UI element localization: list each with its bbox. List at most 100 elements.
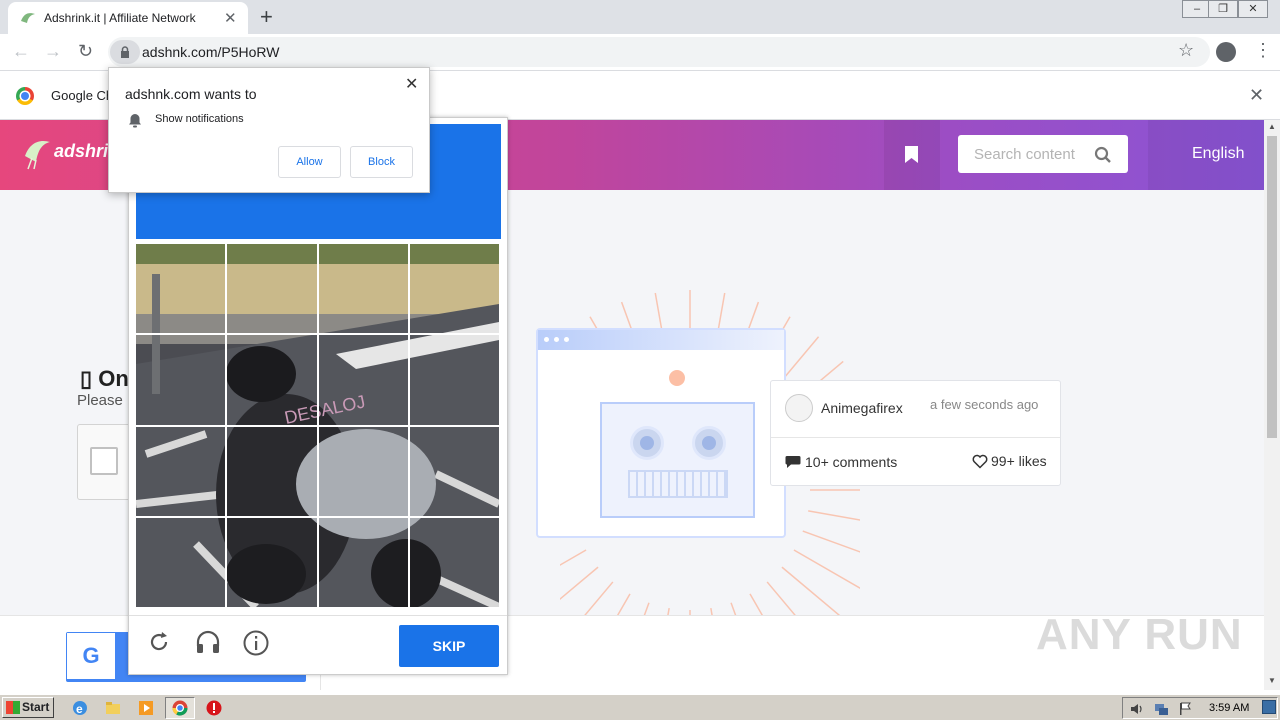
captcha-tile[interactable] bbox=[134, 425, 227, 517]
likes-count[interactable]: 99+ likes bbox=[991, 453, 1047, 469]
captcha-tile[interactable] bbox=[134, 516, 227, 609]
infobar-close-icon[interactable]: ✕ bbox=[1249, 85, 1264, 106]
captcha-tile[interactable] bbox=[408, 242, 501, 335]
lock-icon bbox=[121, 46, 129, 58]
window-dot bbox=[544, 337, 549, 342]
site-logo[interactable]: adshrin bbox=[22, 136, 119, 173]
scroll-up-arrow-icon[interactable]: ▲ bbox=[1268, 122, 1276, 131]
captcha-tile[interactable] bbox=[317, 516, 409, 609]
internet-explorer-icon[interactable]: e bbox=[72, 700, 88, 716]
bookmark-button[interactable] bbox=[884, 120, 940, 190]
system-tray: 3:59 AM bbox=[1122, 697, 1278, 719]
captcha-tile[interactable] bbox=[408, 334, 501, 426]
page-instructions: Please bbox=[77, 392, 123, 409]
timestamp: a few seconds ago bbox=[930, 397, 1039, 412]
page-heading: ▯ On bbox=[80, 366, 129, 392]
robot-eye bbox=[630, 426, 664, 460]
permission-close-icon[interactable]: ✕ bbox=[405, 74, 418, 94]
captcha-tile[interactable] bbox=[226, 425, 318, 517]
windows-flag-icon bbox=[6, 701, 20, 714]
comment-card: Animegafirex a few seconds ago 10+ comme… bbox=[770, 380, 1061, 486]
action-center-flag-icon[interactable] bbox=[1177, 701, 1193, 717]
account-avatar-icon[interactable] bbox=[1216, 42, 1236, 62]
permission-title: adshnk.com wants to bbox=[125, 86, 257, 102]
start-label: Start bbox=[22, 700, 50, 714]
show-desktop-icon[interactable] bbox=[1262, 700, 1276, 714]
new-tab-icon[interactable]: + bbox=[260, 4, 273, 30]
page-scrollbar[interactable]: ▲ ▼ bbox=[1264, 120, 1280, 690]
address-bar[interactable]: adshnk.com/P5HoRW bbox=[108, 37, 1210, 67]
window-close-button[interactable]: ✕ bbox=[1238, 0, 1268, 18]
page-heading-text: On bbox=[98, 366, 129, 391]
captcha-tile[interactable] bbox=[408, 425, 501, 517]
back-arrow-icon[interactable]: ← bbox=[12, 41, 30, 62]
recaptcha-checkbox[interactable] bbox=[90, 447, 118, 475]
stork-logo-icon bbox=[25, 140, 50, 170]
heart-icon[interactable] bbox=[972, 454, 988, 469]
tab-strip: Adshrink.it | Affiliate Network ✕ + – ❐ … bbox=[0, 0, 1280, 34]
captcha-tile[interactable] bbox=[134, 242, 227, 335]
bell-icon bbox=[129, 114, 141, 128]
username[interactable]: Animegafirex bbox=[821, 400, 903, 416]
svg-text:e: e bbox=[76, 702, 83, 716]
window-dot bbox=[554, 337, 559, 342]
window-bar bbox=[538, 330, 784, 350]
checkbox-glyph-icon: ▯ bbox=[80, 366, 99, 391]
tab-close-icon[interactable]: ✕ bbox=[224, 9, 237, 27]
language-label: English bbox=[1192, 145, 1245, 162]
info-icon[interactable] bbox=[243, 630, 269, 656]
captcha-tile[interactable] bbox=[317, 425, 409, 517]
divider bbox=[771, 437, 1060, 438]
start-button[interactable]: Start bbox=[2, 697, 54, 718]
captcha-tile[interactable] bbox=[408, 516, 501, 609]
reload-icon[interactable]: ↻ bbox=[78, 41, 93, 62]
comment-icon bbox=[785, 456, 801, 468]
browser-tab[interactable]: Adshrink.it | Affiliate Network ✕ bbox=[8, 2, 248, 34]
opera-icon[interactable] bbox=[206, 700, 222, 716]
skip-button[interactable]: SKIP bbox=[399, 625, 499, 667]
url-text: adshnk.com/P5HoRW bbox=[142, 44, 280, 60]
anyrun-watermark: ANY RUN bbox=[1036, 610, 1243, 659]
taskbar: Start e 3:59 AM bbox=[0, 694, 1280, 720]
bird-favicon-icon bbox=[21, 13, 35, 23]
volume-icon[interactable] bbox=[1129, 701, 1145, 717]
reload-icon[interactable] bbox=[147, 630, 171, 654]
captcha-tile[interactable] bbox=[134, 334, 227, 426]
bookmark-star-icon[interactable]: ☆ bbox=[1178, 40, 1194, 61]
headphones-icon[interactable] bbox=[195, 630, 221, 654]
robot-window-illustration bbox=[536, 328, 786, 538]
sunburst-ray bbox=[808, 510, 860, 521]
captcha-tile[interactable] bbox=[317, 242, 409, 335]
allow-button[interactable]: Allow bbox=[278, 146, 341, 178]
google-g-icon: G bbox=[67, 633, 115, 679]
robot-head-illustration bbox=[600, 402, 755, 518]
search-icon[interactable] bbox=[1094, 146, 1112, 164]
site-info-button[interactable] bbox=[110, 40, 140, 64]
search-input[interactable]: Search content bbox=[958, 135, 1128, 173]
captcha-tile[interactable] bbox=[226, 516, 318, 609]
language-selector[interactable]: English bbox=[1148, 120, 1264, 190]
comments-count[interactable]: 10+ comments bbox=[805, 454, 897, 470]
network-icon[interactable] bbox=[1153, 701, 1169, 717]
infobar-text: Google Ch bbox=[51, 88, 114, 103]
scroll-down-arrow-icon[interactable]: ▼ bbox=[1268, 676, 1276, 685]
robot-antenna bbox=[669, 370, 685, 386]
scrollbar-thumb[interactable] bbox=[1267, 136, 1277, 438]
chrome-taskbar-button[interactable] bbox=[165, 697, 195, 719]
browser-toolbar: ← → ↻ adshnk.com/P5HoRW bbox=[0, 34, 1280, 71]
captcha-tile[interactable] bbox=[226, 242, 318, 335]
captcha-tile[interactable] bbox=[317, 334, 409, 426]
tab-title: Adshrink.it | Affiliate Network bbox=[44, 11, 196, 25]
robot-eye bbox=[692, 426, 726, 460]
taskbar-clock[interactable]: 3:59 AM bbox=[1209, 702, 1249, 714]
restore-button[interactable]: ❐ bbox=[1208, 0, 1238, 18]
robot-mouth bbox=[628, 470, 728, 498]
media-player-icon[interactable] bbox=[138, 700, 154, 716]
menu-kebab-icon[interactable]: ⋮ bbox=[1254, 40, 1272, 61]
captcha-image-grid bbox=[134, 242, 501, 609]
folder-icon[interactable] bbox=[105, 700, 121, 716]
captcha-tile[interactable] bbox=[226, 334, 318, 426]
block-button[interactable]: Block bbox=[350, 146, 413, 178]
forward-arrow-icon[interactable]: → bbox=[44, 41, 62, 62]
permission-request: Show notifications bbox=[155, 113, 244, 125]
